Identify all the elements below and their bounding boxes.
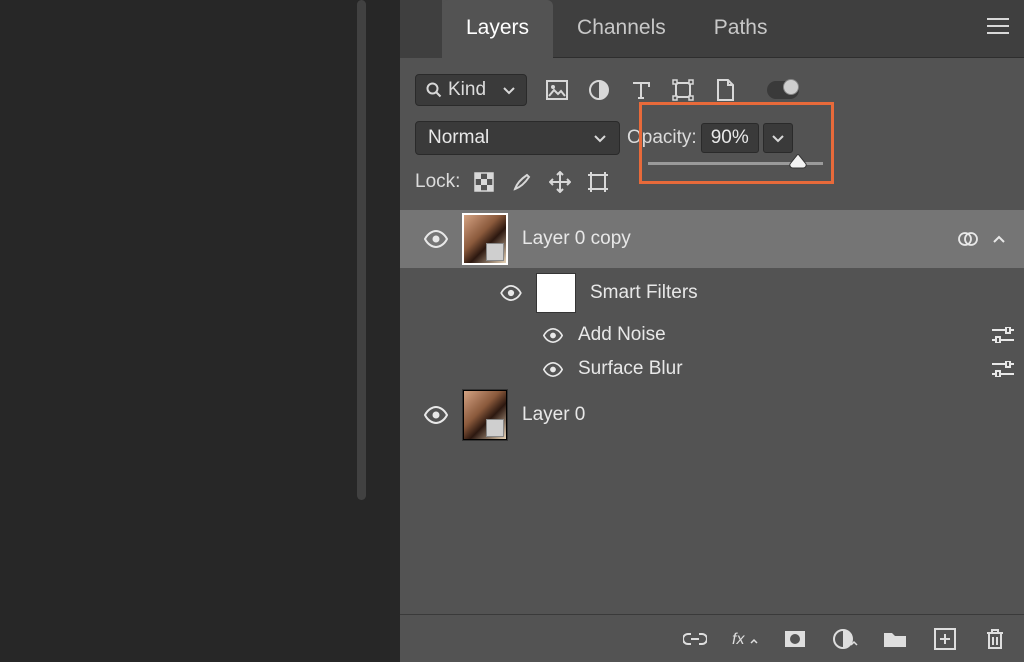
filter-adjustment-icon[interactable] — [587, 78, 611, 102]
layer-thumbnail[interactable] — [462, 389, 508, 441]
filter-row-surfaceblur[interactable]: Surface Blur — [400, 352, 1024, 386]
smart-filter-mask[interactable] — [536, 273, 576, 313]
tab-paths[interactable]: Paths — [690, 0, 792, 58]
visibility-toggle[interactable] — [538, 362, 568, 377]
opacity-label: Opacity: — [627, 127, 697, 149]
group-icon[interactable] — [882, 626, 908, 652]
smart-filters-row[interactable]: Smart Filters — [400, 268, 1024, 318]
layer-name: Layer 0 copy — [522, 228, 958, 250]
lock-transparency-icon[interactable] — [472, 170, 496, 194]
smart-filters-label: Smart Filters — [590, 282, 1014, 304]
lock-pixels-icon[interactable] — [510, 170, 534, 194]
filter-toggle[interactable] — [767, 81, 799, 99]
lock-artboard-icon[interactable] — [586, 170, 610, 194]
layers-panel: Layers Channels Paths Kind Normal Opacit… — [400, 0, 1024, 662]
layer-row-layer0[interactable]: Layer 0 — [400, 386, 1024, 444]
chevron-down-icon — [502, 83, 516, 97]
lock-position-icon[interactable] — [548, 170, 572, 194]
collapse-toggle[interactable] — [992, 232, 1006, 246]
filter-blend-options-icon[interactable] — [992, 327, 1014, 343]
layer-filter-dropdown[interactable]: Kind — [415, 74, 527, 106]
layers-list: Layer 0 copy Smart Filters Add Noise Sur… — [400, 210, 1024, 444]
layer-style-icon[interactable]: fx — [732, 626, 758, 652]
filter-dropdown-label: Kind — [448, 79, 502, 101]
blend-mode-dropdown[interactable]: Normal — [415, 121, 620, 155]
filter-row-addnoise[interactable]: Add Noise — [400, 318, 1024, 352]
visibility-toggle[interactable] — [414, 406, 458, 424]
new-layer-icon[interactable] — [932, 626, 958, 652]
layer-mask-icon[interactable] — [782, 626, 808, 652]
lock-label: Lock: — [415, 171, 460, 193]
tab-channels[interactable]: Channels — [553, 0, 690, 58]
delete-layer-icon[interactable] — [982, 626, 1008, 652]
layers-footer: fx — [400, 614, 1024, 662]
link-layers-icon[interactable] — [682, 626, 708, 652]
chevron-down-icon — [593, 131, 607, 145]
canvas-area[interactable] — [0, 0, 360, 650]
canvas-scrollbar[interactable] — [357, 0, 366, 500]
visibility-toggle[interactable] — [538, 328, 568, 343]
visibility-toggle[interactable] — [494, 285, 528, 301]
opacity-input[interactable]: 90% — [701, 123, 759, 153]
filter-blend-options-icon[interactable] — [992, 361, 1014, 377]
smartobject-badge-icon — [958, 229, 978, 249]
opacity-slider[interactable] — [648, 154, 823, 174]
svg-text:fx: fx — [732, 631, 745, 648]
filter-pixel-icon[interactable] — [545, 78, 569, 102]
panel-tabs: Layers Channels Paths — [400, 0, 1024, 58]
filter-name: Add Noise — [578, 324, 992, 346]
filter-row: Kind — [400, 68, 1024, 112]
filter-smartobject-icon[interactable] — [713, 78, 737, 102]
filter-type-icon[interactable] — [629, 78, 653, 102]
visibility-toggle[interactable] — [414, 230, 458, 248]
layer-thumbnail[interactable] — [462, 213, 508, 265]
filter-shape-icon[interactable] — [671, 78, 695, 102]
chevron-down-icon — [771, 131, 785, 145]
tab-layers[interactable]: Layers — [442, 0, 553, 58]
search-icon — [426, 82, 442, 98]
opacity-dropdown-toggle[interactable] — [763, 123, 793, 153]
blend-mode-label: Normal — [428, 127, 593, 149]
layer-name: Layer 0 — [522, 404, 1014, 426]
opacity-slider-thumb[interactable] — [789, 154, 807, 169]
layer-row-layer0copy[interactable]: Layer 0 copy — [400, 210, 1024, 268]
filter-name: Surface Blur — [578, 358, 992, 380]
adjustment-layer-icon[interactable] — [832, 626, 858, 652]
panel-menu-icon[interactable] — [987, 18, 1009, 34]
